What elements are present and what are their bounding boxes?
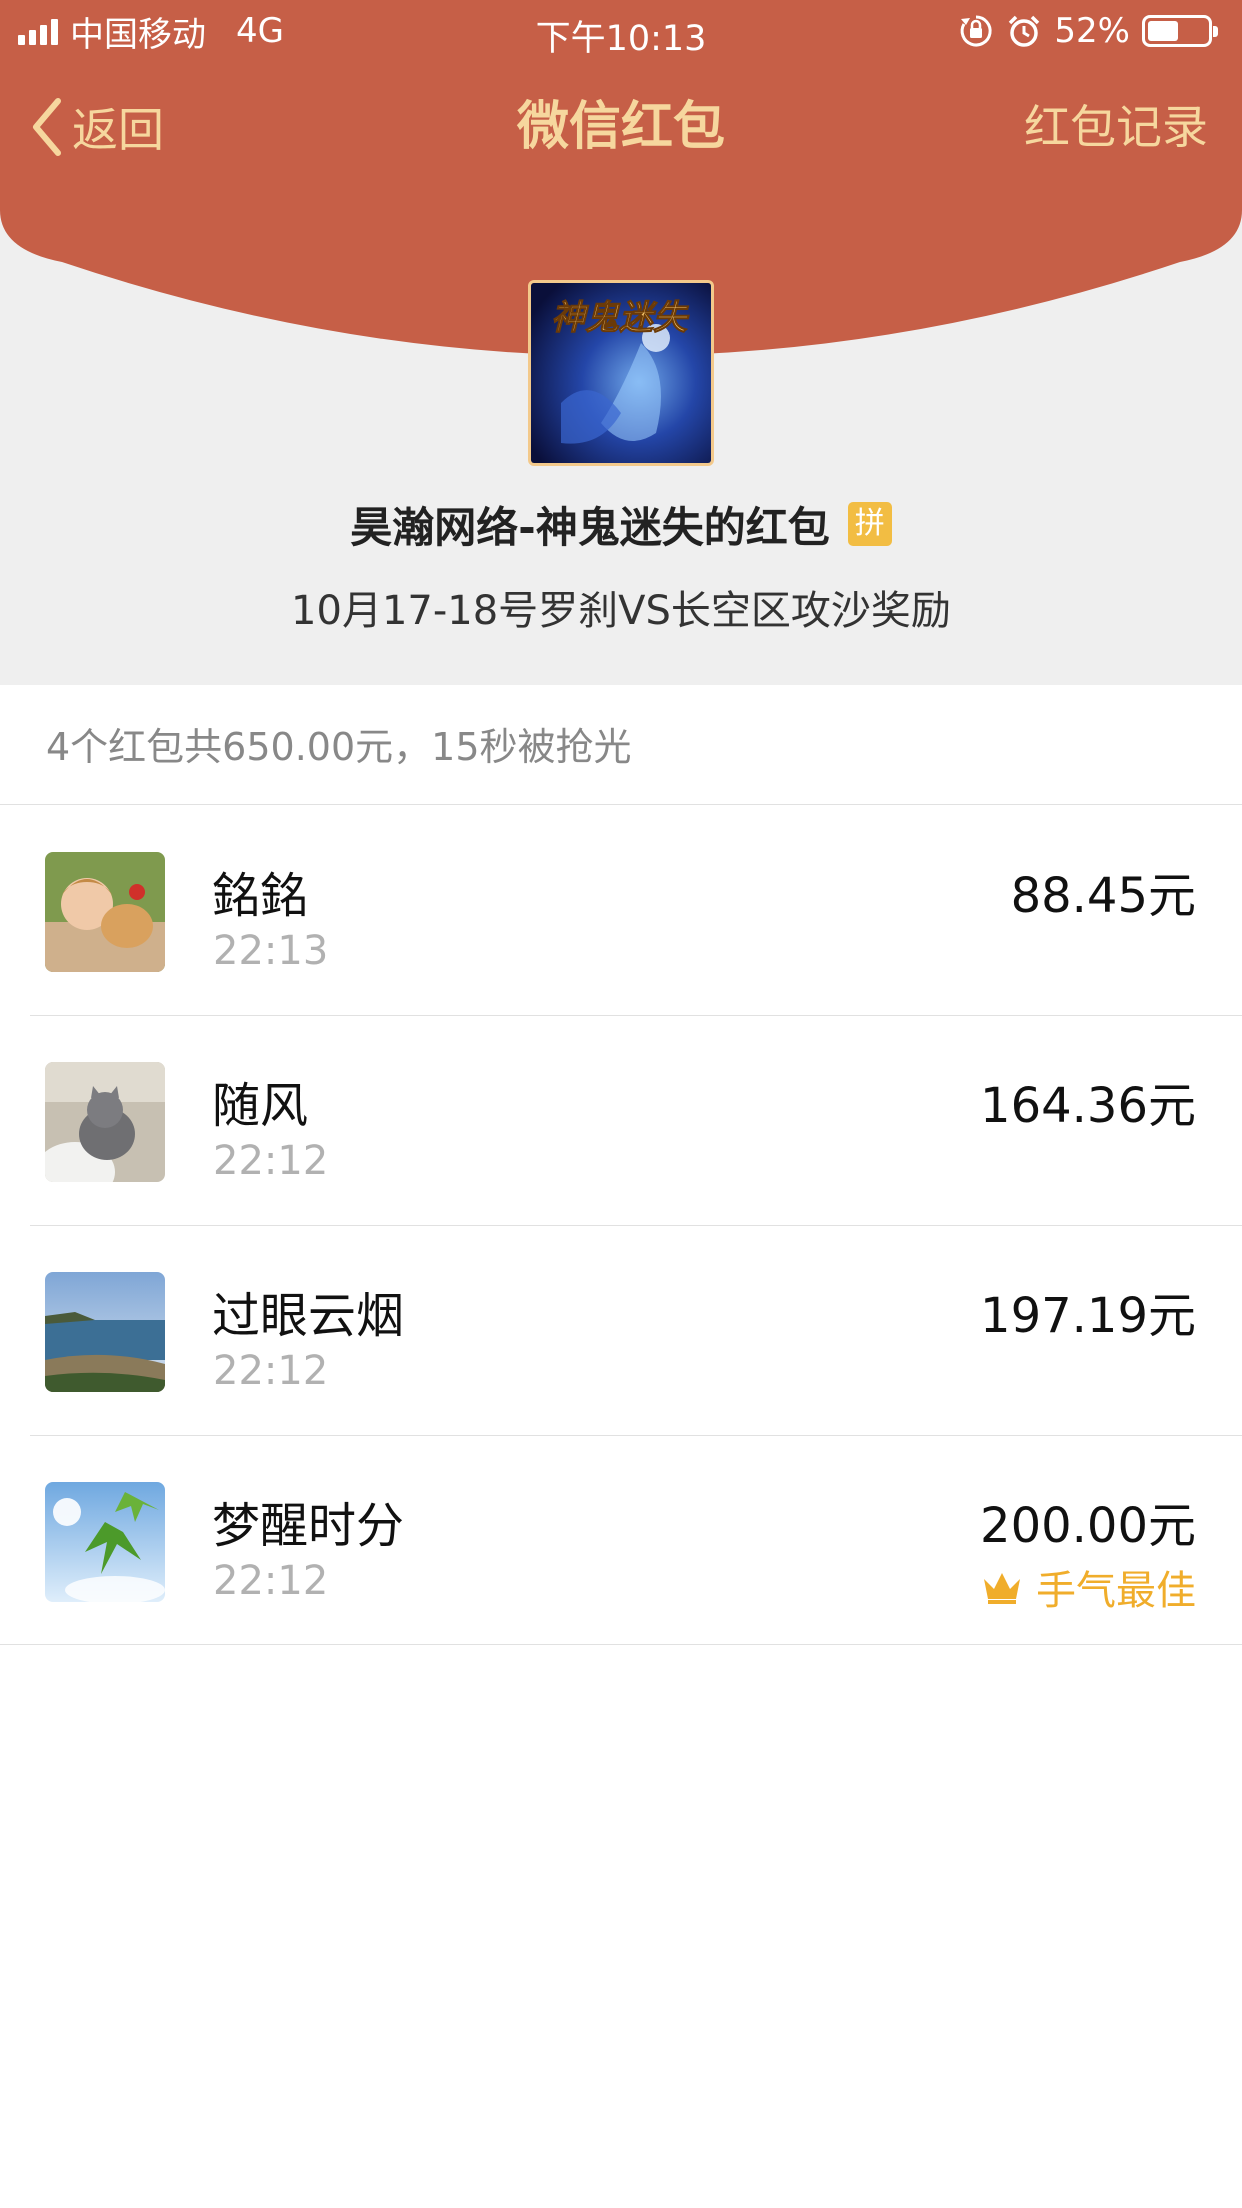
- avatar: [45, 1482, 165, 1602]
- battery-fill: [1148, 21, 1179, 41]
- avatar: [45, 852, 165, 972]
- list-item[interactable]: 梦醒时分 22:12 200.00元 手气最佳: [0, 1436, 1242, 1646]
- back-chevron-icon: [33, 98, 61, 156]
- list-item[interactable]: 銘銘 22:13 88.45元: [0, 806, 1242, 1016]
- carrier-label: 中国移动: [70, 14, 206, 55]
- sender-name: 昊瀚网络-神鬼迷失的红包: [350, 502, 830, 552]
- record-amount: 88.45元: [1010, 868, 1196, 924]
- best-luck-label: 手气最佳: [1036, 1568, 1196, 1614]
- record-name: 銘銘: [212, 868, 309, 924]
- status-bar: 中国移动 4G 下午10:13 52%: [0, 0, 1242, 62]
- divider: [0, 1644, 1242, 1645]
- signal-icon: [18, 17, 58, 45]
- crown-icon: [984, 1573, 1020, 1604]
- red-packet-records-link[interactable]: 红包记录: [1024, 92, 1208, 162]
- best-luck-badge: 手气最佳: [980, 1558, 1196, 1616]
- packet-wish: 10月17-18号罗刹VS长空区攻沙奖励: [291, 588, 951, 634]
- group-avatar: 神鬼迷失: [528, 280, 714, 466]
- record-time: 22:12: [213, 1558, 329, 1604]
- avatar: [45, 1272, 165, 1392]
- back-label: 返回: [72, 103, 164, 157]
- record-name: 梦醒时分: [212, 1498, 405, 1554]
- record-time: 22:12: [213, 1138, 329, 1184]
- orientation-lock-icon: [961, 15, 993, 47]
- group-avatar-caption: 神鬼迷失: [551, 299, 690, 337]
- record-amount: 197.19元: [980, 1288, 1196, 1344]
- list-item[interactable]: 随风 22:12 164.36元: [0, 1016, 1242, 1226]
- record-amount: 164.36元: [980, 1078, 1196, 1134]
- record-time: 22:12: [213, 1348, 329, 1394]
- battery-icon: [1142, 15, 1218, 47]
- pin-badge: 拼: [847, 502, 892, 546]
- divider: [0, 804, 1242, 805]
- back-button[interactable]: 返回: [30, 92, 164, 162]
- record-name: 随风: [212, 1078, 309, 1134]
- list-item[interactable]: 过眼云烟 22:12 197.19元: [0, 1226, 1242, 1436]
- avatar: [45, 1062, 165, 1182]
- packet-summary: 4个红包共650.00元，15秒被抢光: [46, 725, 632, 769]
- record-amount: 200.00元: [980, 1498, 1196, 1554]
- record-name: 过眼云烟: [212, 1288, 405, 1344]
- battery-percent: 52%: [1054, 11, 1130, 51]
- alarm-icon: [1009, 15, 1040, 47]
- network-label: 4G: [236, 11, 284, 51]
- record-time: 22:13: [213, 928, 329, 974]
